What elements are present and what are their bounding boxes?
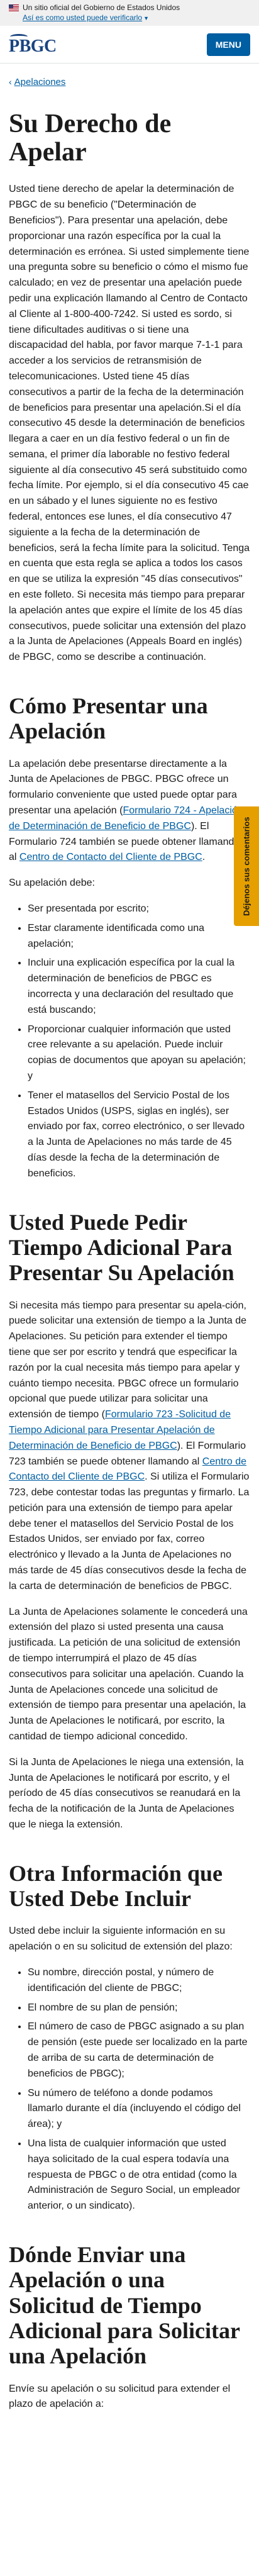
how-to-appeal-paragraph: La apelación debe presentarse directamen… — [9, 757, 250, 866]
other-info-list: Su nombre, dirección postal, y número de… — [9, 1965, 250, 2214]
list-item: El nombre de su plan de pensión; — [28, 2000, 250, 2016]
intro-paragraph: Usted tiene derecho de apelar la determi… — [9, 184, 250, 663]
where-to-send-paragraph: Envíe su apelación o su solicitud para e… — [9, 2383, 231, 2410]
page-title: Su Derecho de Apelar — [9, 109, 172, 167]
gov-banner-text: Un sitio oficial del Gobierno de Estados… — [23, 3, 180, 12]
feedback-tab-button[interactable]: Déjenos sus comentarios — [234, 806, 259, 926]
breadcrumb: ‹ Apelaciones — [0, 64, 259, 89]
breadcrumb-link-apelaciones[interactable]: Apelaciones — [14, 75, 66, 89]
section-heading-where-to-send: Dónde Enviar una Apelación o una Solicit… — [9, 2242, 240, 2369]
section-heading-how-to-appeal: Cómo Presentar una Apelación — [9, 693, 208, 744]
site-header: PBGC MENU — [0, 26, 259, 64]
how-you-know-label: Así es como usted puede verificarlo — [23, 13, 143, 23]
text-span: . — [202, 852, 206, 863]
main-content: Su Derecho de Apelar Usted tiene derecho… — [0, 109, 259, 2448]
list-item: Estar claramente identificada como una a… — [28, 921, 250, 952]
appeal-requirements-list: Ser presentada por escrito; Estar claram… — [9, 901, 250, 1182]
more-time-paragraph-1: Si necesita más tiempo para presentar su… — [9, 1298, 250, 1595]
list-item: Ser presentada por escrito; — [28, 901, 250, 917]
gov-banner: Un sitio oficial del Gobierno de Estados… — [0, 0, 259, 26]
appeal-must-label: Su apelación debe: — [9, 878, 95, 889]
chevron-down-icon: ▼ — [143, 15, 150, 22]
list-item: Tener el matasellos del Servicio Postal … — [28, 1088, 250, 1182]
more-time-paragraph-2: La Junta de Apelaciones solamente le con… — [9, 1606, 248, 1742]
text-span: . Si utiliza el Formulario 723, debe con… — [9, 1471, 250, 1592]
chevron-left-icon: ‹ — [9, 77, 12, 87]
list-item: Incluir una explicación específica por l… — [28, 956, 250, 1018]
list-item: Su nombre, dirección postal, y número de… — [28, 1965, 250, 1997]
more-time-paragraph-3: Si la Junta de Apelaciones le niega una … — [9, 1756, 244, 1831]
logo-text: PBGC — [9, 33, 57, 55]
list-item: Una lista de cualquier información que u… — [28, 2136, 250, 2214]
section-heading-more-time: Usted Puede Pedir Tiempo Adicional Para … — [9, 1209, 234, 1286]
section-heading-other-info: Otra Información que Usted Debe Incluir — [9, 1860, 223, 1912]
menu-button[interactable]: MENU — [206, 33, 250, 56]
list-item: El número de caso de PBGC asignado a su … — [28, 2019, 250, 2082]
us-flag-icon — [9, 4, 19, 11]
other-info-paragraph: Usted debe incluir la siguiente informac… — [9, 1926, 233, 1953]
list-item: Proporcionar cualquier información que u… — [28, 1022, 250, 1084]
pbgc-logo[interactable]: PBGC — [9, 33, 57, 55]
text-span: Si necesita más tiempo para presentar su… — [9, 1300, 247, 1420]
how-you-know-link[interactable]: Así es como usted puede verificarlo ▼ — [23, 13, 250, 23]
customer-contact-center-link[interactable]: Centro de Contacto del Cliente de PBGC — [19, 852, 202, 862]
list-item: Su número de teléfono a donde podamos ll… — [28, 2086, 250, 2133]
